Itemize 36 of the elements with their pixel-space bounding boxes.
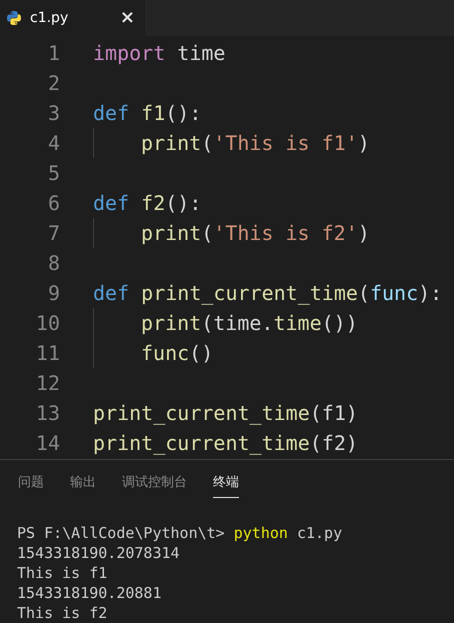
code-line: func(): [141, 341, 214, 365]
code-line: import time: [93, 41, 226, 65]
line-number: 6: [46, 191, 60, 215]
code-line: print('This is f2'): [141, 221, 370, 245]
line-number: 8: [46, 251, 60, 275]
code-line: print_current_time(f1): [93, 401, 358, 425]
terminal-line: 1543318190.20881: [17, 583, 162, 603]
line-number: 12: [34, 371, 60, 395]
code-line: print(time.time()): [141, 311, 358, 335]
line-number: 3: [46, 101, 60, 125]
terminal-line: This is f2: [17, 603, 108, 623]
terminal-line: 1543318190.2078314: [17, 543, 181, 563]
code-line: def f1():: [93, 101, 202, 125]
line-number: 2: [46, 71, 60, 95]
editor-tab[interactable]: c1.py ×: [0, 0, 145, 36]
line-number: 13: [34, 401, 60, 425]
line-number: 4: [46, 131, 60, 155]
close-button[interactable]: ×: [120, 9, 135, 27]
line-number: 10: [34, 311, 60, 335]
line-number: 7: [46, 221, 60, 245]
line-number: 1: [46, 41, 60, 65]
panel-tab[interactable]: 问题: [18, 474, 44, 498]
terminal-line: This is f1: [17, 563, 108, 583]
code-line: def print_current_time(func):: [93, 281, 442, 305]
terminal-line: PS F:\AllCode\Python\t> python c1.py: [17, 523, 344, 543]
python-icon: [6, 10, 22, 26]
panel-tab[interactable]: 调试控制台: [122, 474, 187, 498]
panel-tab[interactable]: 输出: [70, 474, 96, 498]
line-number: 14: [34, 431, 60, 455]
code-line: def f2():: [93, 191, 202, 215]
line-number: 9: [46, 281, 60, 305]
line-number: 5: [46, 161, 60, 185]
code-line: print('This is f1'): [141, 131, 370, 155]
panel-tab[interactable]: 终端: [213, 474, 239, 498]
code-line: print_current_time(f2): [93, 431, 358, 455]
line-number: 11: [34, 341, 60, 365]
